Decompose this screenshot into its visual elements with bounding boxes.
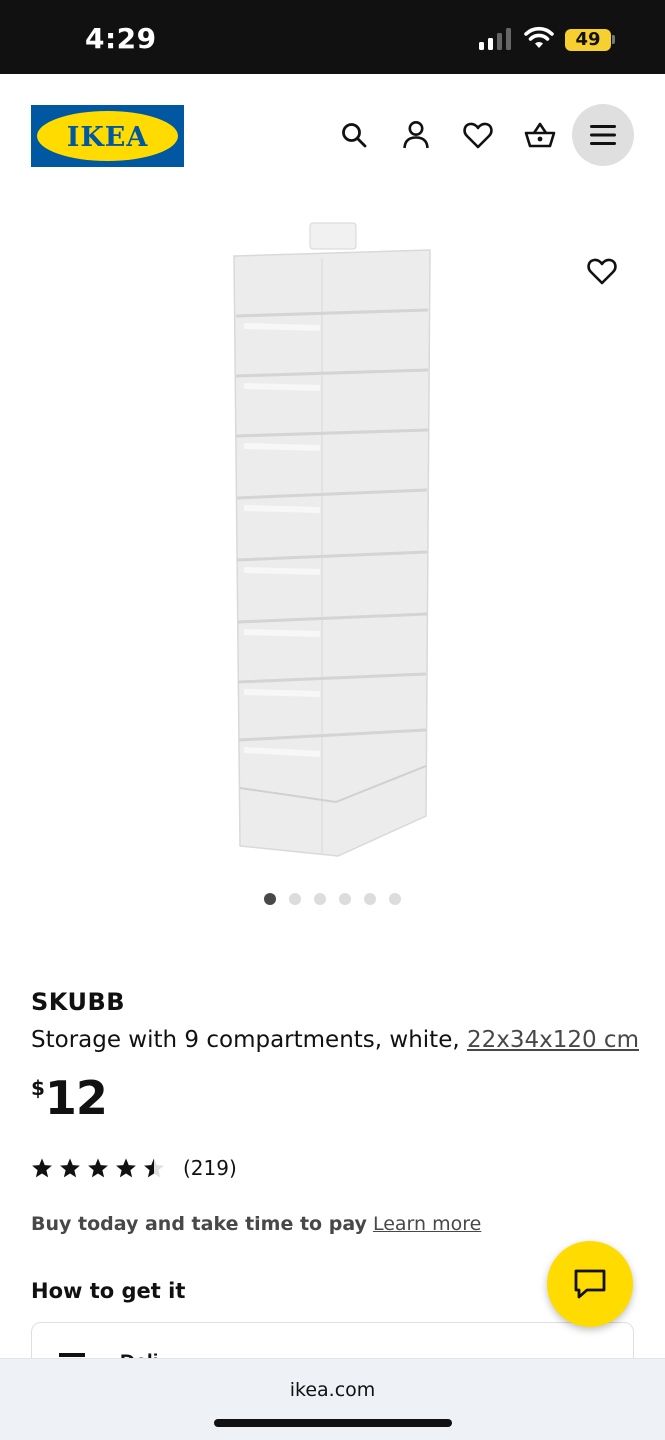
half-star-icon (144, 1158, 164, 1178)
status-time: 4:29 (85, 22, 157, 55)
wifi-icon (524, 26, 554, 48)
product-rating[interactable]: (219) (31, 1154, 237, 1182)
add-to-favourites-button[interactable] (578, 247, 626, 295)
basket-icon (524, 122, 556, 148)
rating-stars (31, 1157, 165, 1179)
pagination-dot[interactable] (339, 893, 351, 905)
product-description: Storage with 9 compartments, white, 22x3… (31, 1027, 639, 1053)
price-currency: $ (31, 1076, 45, 1100)
menu-button[interactable] (572, 104, 634, 166)
payment-text: Buy today and take time to pay (31, 1213, 367, 1235)
battery-icon: 49 (565, 29, 611, 51)
star-icon (116, 1158, 136, 1178)
favourites-button[interactable] (447, 104, 509, 166)
product-description-text: Storage with 9 compartments, white, (31, 1027, 467, 1053)
pagination-dot[interactable] (389, 893, 401, 905)
browser-address-bar[interactable]: ikea.com (0, 1358, 665, 1440)
menu-icon (590, 125, 616, 145)
chat-button[interactable] (547, 1241, 633, 1327)
ikea-logo[interactable]: IKEA (31, 105, 184, 167)
chat-icon (574, 1269, 606, 1299)
home-indicator[interactable] (214, 1419, 452, 1427)
logo-oval: IKEA (37, 111, 178, 161)
logo-text: IKEA (66, 122, 149, 153)
delivery-icon (59, 1353, 85, 1357)
payment-info: Buy today and take time to pay Learn more (31, 1213, 481, 1235)
cellular-signal-icon (479, 28, 511, 50)
search-button[interactable] (323, 104, 385, 166)
pagination-dot[interactable] (289, 893, 301, 905)
battery-tip (612, 35, 615, 44)
heart-icon (587, 258, 617, 285)
status-bar: 4:29 49 (0, 0, 665, 74)
account-button[interactable] (385, 104, 447, 166)
product-name: SKUBB (31, 988, 126, 1016)
star-icon (60, 1158, 80, 1178)
learn-more-link[interactable]: Learn more (373, 1213, 481, 1235)
site-header: IKEA (0, 74, 665, 198)
product-image (233, 222, 431, 857)
how-to-get-it-heading: How to get it (31, 1279, 186, 1303)
search-icon (342, 123, 367, 148)
pagination-dot[interactable] (264, 893, 276, 905)
product-image-gallery[interactable] (0, 198, 665, 883)
heart-icon (463, 122, 493, 149)
basket-button[interactable] (509, 104, 571, 166)
pagination-dot[interactable] (314, 893, 326, 905)
pagination-dot[interactable] (364, 893, 376, 905)
product-price: $12 (31, 1071, 108, 1125)
url-text[interactable]: ikea.com (0, 1379, 665, 1401)
price-amount: 12 (44, 1071, 108, 1125)
gallery-pagination (258, 893, 408, 905)
review-count[interactable]: (219) (183, 1156, 237, 1180)
star-icon (32, 1158, 52, 1178)
account-icon (403, 121, 429, 149)
star-icon (88, 1158, 108, 1178)
product-dimensions-link[interactable]: 22x34x120 cm (467, 1027, 639, 1053)
